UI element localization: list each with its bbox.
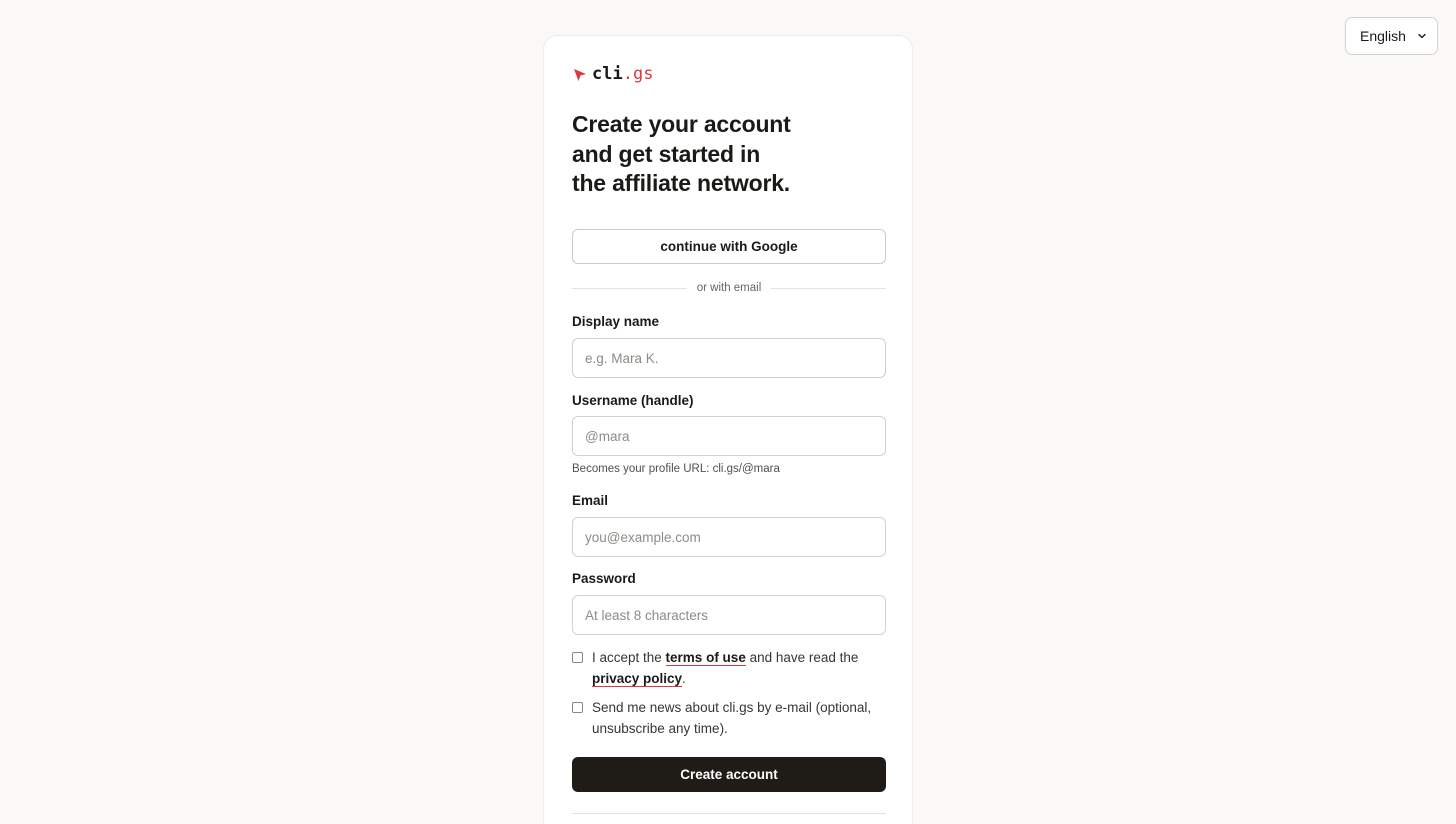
chevron-down-icon	[1418, 33, 1426, 39]
terms-row: I accept the terms of use and have read …	[572, 648, 892, 689]
page-title-line-1: Create your account	[572, 111, 791, 137]
password-label: Password	[572, 571, 636, 586]
page-title-line-3: the affiliate network.	[572, 170, 790, 196]
cursor-arrow-icon	[574, 69, 586, 81]
terms-of-use-link[interactable]: terms of use	[665, 650, 746, 666]
language-select[interactable]: English	[1345, 17, 1438, 55]
newsletter-checkbox[interactable]	[572, 702, 583, 713]
create-account-button[interactable]: Create account	[572, 757, 886, 792]
terms-checkbox[interactable]	[572, 652, 583, 663]
signup-card: cli .gs Create your account and get star…	[543, 35, 913, 824]
logo-text: cli	[592, 64, 623, 84]
logo[interactable]: cli .gs	[572, 63, 653, 85]
page-title: Create your account and get started in t…	[572, 110, 886, 199]
page-title-line-2: and get started in	[572, 140, 761, 167]
display-name-input[interactable]	[572, 338, 886, 378]
terms-prefix: I accept the	[592, 650, 666, 665]
terms-middle: and have read the	[745, 650, 859, 665]
footer-divider	[572, 813, 886, 814]
terms-suffix: .	[682, 670, 686, 686]
display-name-label: Display name	[572, 314, 660, 329]
email-label: Email	[572, 493, 609, 508]
password-input[interactable]	[572, 595, 886, 635]
language-select-value: English	[1360, 28, 1406, 44]
logo-accent-text: .gs	[622, 64, 654, 84]
username-input[interactable]	[572, 416, 886, 456]
newsletter-text: Send me news about cli.gs by e‑mail (opt…	[592, 700, 872, 736]
username-label: Username (handle)	[572, 393, 694, 408]
privacy-policy-link[interactable]: privacy policy	[592, 670, 683, 687]
newsletter-row: Send me news about cli.gs by e‑mail (opt…	[572, 698, 892, 739]
email-input[interactable]	[572, 517, 886, 557]
or-divider: or with email	[572, 280, 886, 296]
divider-text: or with email	[696, 282, 762, 294]
terms-text: I accept the terms of use and have read …	[592, 648, 892, 689]
divider-line-right	[771, 287, 886, 289]
username-hint: Becomes your profile URL: cli.gs/@mara	[572, 463, 780, 475]
divider-line-left	[572, 287, 687, 289]
google-signin-button[interactable]: continue with Google	[572, 229, 886, 264]
